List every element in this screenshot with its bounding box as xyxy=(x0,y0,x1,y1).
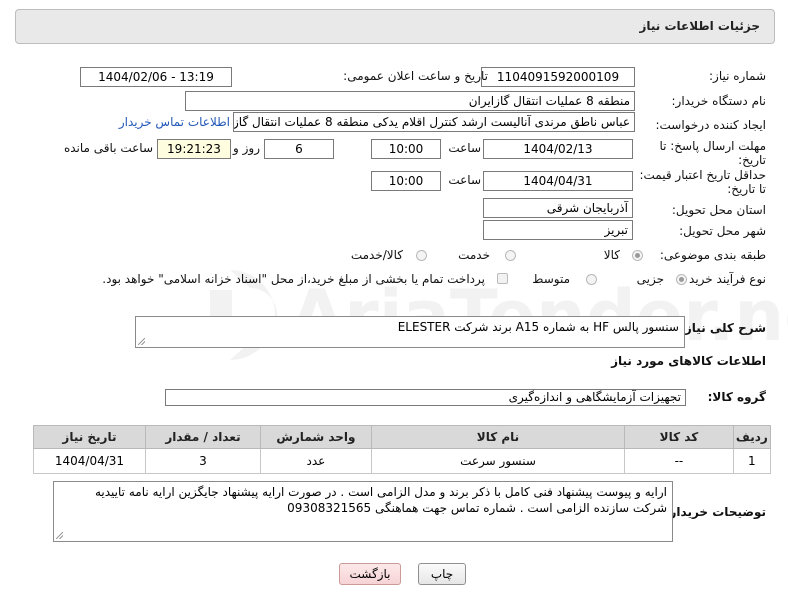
category-goods-label: کالا xyxy=(603,248,620,262)
category-service-label: خدمت xyxy=(458,248,490,262)
price-date-field: 1404/04/31 xyxy=(483,171,633,191)
back-button[interactable]: بازگشت xyxy=(339,563,401,585)
col-unit: واحد شمارش xyxy=(260,425,372,449)
deadline-time-field: 10:00 xyxy=(371,139,441,159)
buyer-org-label: نام دستگاه خریدار: xyxy=(671,94,767,108)
price-validity-label: حداقل تاریخ اعتبار قیمت: xyxy=(639,168,766,182)
cell-unit: عدد xyxy=(260,448,372,474)
goods-group-label: گروه کالا: xyxy=(707,390,766,404)
col-need-date: تاریخ نیاز xyxy=(33,425,146,449)
days-label: روز و xyxy=(233,141,260,155)
category-goods-service-label: کالا/خدمت xyxy=(350,248,403,262)
process-radio-medium[interactable] xyxy=(586,274,597,285)
description-label: شرح کلی نیاز: xyxy=(680,321,766,335)
deadline-date-label: تاریخ: xyxy=(738,153,766,167)
description-text: سنسور پالس HF به شماره A15 برند شرکت ELE… xyxy=(397,320,679,334)
price-time-field: 10:00 xyxy=(371,171,441,191)
province-field: آذربایجان شرقی xyxy=(483,198,633,218)
deadline-date-field: 1404/02/13 xyxy=(483,139,633,159)
buyer-contact-link[interactable]: اطلاعات تماس خریدار xyxy=(119,115,230,129)
goods-table-header: ردیف کد کالا نام کالا واحد شمارش تعداد /… xyxy=(33,425,772,449)
category-radio-service[interactable] xyxy=(505,250,516,261)
print-button[interactable]: چاپ xyxy=(418,563,466,585)
treasury-payment-checkbox[interactable] xyxy=(497,273,508,284)
cell-quantity: 3 xyxy=(144,448,262,474)
treasury-payment-note: پرداخت تمام یا بخشی از مبلغ خرید،از محل … xyxy=(102,272,485,286)
need-number-field: 1104091592000109 xyxy=(481,67,635,87)
city-field: تبریز xyxy=(483,220,633,240)
buyer-org-field: منطقه 8 عملیات انتقال گازایران xyxy=(185,91,635,111)
price-time-label: ساعت xyxy=(448,173,481,187)
col-quantity: تعداد / مقدار xyxy=(144,425,262,449)
resize-grip-icon[interactable] xyxy=(56,532,63,539)
province-label: استان محل تحویل: xyxy=(671,203,766,217)
col-goods-name: نام کالا xyxy=(370,425,626,449)
cell-need-date: 1404/04/31 xyxy=(33,448,146,474)
remaining-time-field: 19:21:23 xyxy=(157,139,231,159)
page-header: جزئیات اطلاعات نیاز xyxy=(15,9,775,44)
announce-label: تاریخ و ساعت اعلان عمومی: xyxy=(343,69,488,83)
deadline-time-label: ساعت xyxy=(448,141,481,155)
buyer-notes-textarea[interactable]: ارایه و پیوست پیشنهاد فنی کامل با ذکر بر… xyxy=(53,481,673,542)
buyer-notes-text: ارایه و پیوست پیشنهاد فنی کامل با ذکر بر… xyxy=(94,485,667,515)
col-row-number: ردیف xyxy=(732,425,772,449)
creator-label: ایجاد کننده درخواست: xyxy=(655,118,766,132)
process-radio-minor[interactable] xyxy=(676,274,687,285)
cell-goods-name: سنسور سرعت xyxy=(370,448,626,474)
price-validity-date-label: تا تاریخ: xyxy=(727,182,766,196)
need-number-label: شماره نیاز: xyxy=(709,69,766,83)
category-radio-goods-service[interactable] xyxy=(416,250,427,261)
category-label: طبقه بندی موضوعی: xyxy=(659,248,766,262)
remaining-label: ساعت باقی مانده xyxy=(63,141,153,155)
cell-row-number: 1 xyxy=(732,448,772,474)
process-minor-label: جزیی xyxy=(636,272,664,286)
page-title: جزئیات اطلاعات نیاز xyxy=(639,19,760,33)
process-medium-label: متوسط xyxy=(532,272,570,286)
goods-table: ردیف کد کالا نام کالا واحد شمارش تعداد /… xyxy=(33,425,772,474)
goods-group-field: تجهیزات آزمایشگاهی و اندازه‌گیری xyxy=(165,389,686,406)
creator-field: عباس ناطق مرندی آنالیست ارشد کنترل اقلام… xyxy=(233,112,635,132)
resize-grip-icon[interactable] xyxy=(138,338,145,345)
buyer-notes-label: توضیحات خریدار: xyxy=(664,505,766,519)
goods-section-title: اطلاعات کالاهای مورد نیاز xyxy=(611,354,766,368)
city-label: شهر محل تحویل: xyxy=(679,224,766,238)
deadline-label: مهلت ارسال پاسخ: تا xyxy=(659,139,766,153)
category-radio-goods[interactable] xyxy=(632,250,643,261)
col-goods-code: کد کالا xyxy=(624,425,734,449)
cell-goods-code: -- xyxy=(624,448,734,474)
days-field: 6 xyxy=(264,139,334,159)
process-label: نوع فرآیند خرید : xyxy=(681,272,766,286)
description-textarea[interactable]: سنسور پالس HF به شماره A15 برند شرکت ELE… xyxy=(135,316,685,348)
announce-field: 1404/02/06 - 13:19 xyxy=(80,67,232,87)
table-row: 1 -- سنسور سرعت عدد 3 1404/04/31 xyxy=(33,448,772,474)
